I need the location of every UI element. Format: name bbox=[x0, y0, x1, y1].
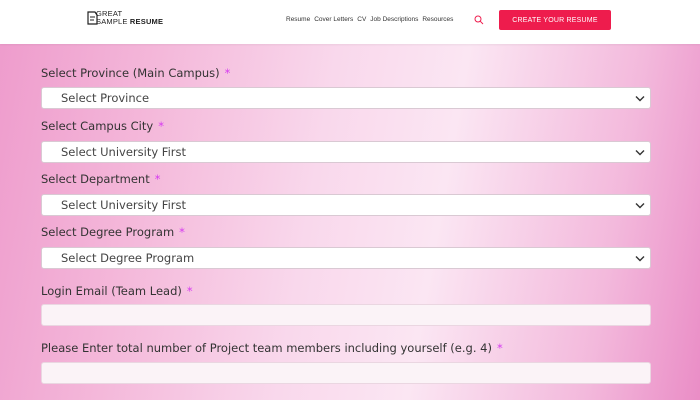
department-select-value: Select University First bbox=[61, 198, 187, 212]
province-label-text: Select Province (Main Campus) bbox=[41, 66, 220, 80]
logo-text: GREAT SAMPLE RESUME bbox=[96, 10, 163, 26]
team-members-label: Please Enter total number of Project tea… bbox=[41, 341, 503, 355]
degree-program-label-text: Select Degree Program bbox=[41, 225, 175, 239]
required-mark: * bbox=[158, 119, 164, 133]
required-mark: * bbox=[186, 284, 193, 298]
required-mark: * bbox=[179, 225, 185, 239]
login-email-label-text: Login Email (Team Lead) bbox=[41, 284, 182, 298]
top-nav-bar: GREAT SAMPLE RESUME Resume Cover Letters C… bbox=[0, 0, 700, 44]
nav-item-job-descriptions[interactable]: Job Descriptions bbox=[370, 16, 418, 23]
degree-program-label: Select Degree Program * bbox=[41, 225, 185, 239]
nav-item-resources[interactable]: Resources bbox=[422, 16, 453, 23]
department-label: Select Department * bbox=[41, 172, 160, 186]
create-resume-button[interactable]: CREATE YOUR RESUME bbox=[499, 10, 611, 30]
logo-line2: SAMPLE RESUME bbox=[96, 18, 163, 26]
department-label-text: Select Department bbox=[41, 172, 150, 186]
campus-city-select[interactable]: Select University First bbox=[41, 141, 651, 163]
search-icon[interactable] bbox=[474, 15, 484, 25]
required-mark: * bbox=[496, 341, 503, 355]
logo-line2-b: RESUME bbox=[129, 17, 164, 26]
campus-city-label: Select Campus City * bbox=[41, 119, 164, 133]
chevron-down-icon bbox=[635, 256, 645, 262]
team-members-field[interactable] bbox=[41, 362, 651, 384]
logo-line2-a: SAMPLE bbox=[96, 17, 130, 26]
chevron-down-icon bbox=[635, 150, 645, 156]
campus-city-label-text: Select Campus City bbox=[41, 119, 154, 133]
required-mark: * bbox=[224, 66, 231, 80]
login-email-label: Login Email (Team Lead) * bbox=[41, 284, 193, 298]
main-nav: Resume Cover Letters CV Job Descriptions Res… bbox=[286, 16, 457, 23]
province-select[interactable]: Select Province bbox=[41, 87, 651, 109]
nav-item-cover-letters[interactable]: Cover Letters bbox=[314, 16, 353, 23]
login-email-field[interactable] bbox=[41, 304, 651, 326]
team-members-label-text: Please Enter total number of Project tea… bbox=[41, 341, 492, 355]
nav-item-resume[interactable]: Resume bbox=[286, 16, 310, 23]
chevron-down-icon bbox=[635, 203, 645, 209]
province-label: Select Province (Main Campus) * bbox=[41, 66, 230, 80]
degree-program-select-value: Select Degree Program bbox=[61, 251, 195, 265]
department-select[interactable]: Select University First bbox=[41, 194, 651, 216]
campus-city-select-value: Select University First bbox=[61, 145, 187, 159]
chevron-down-icon bbox=[635, 96, 645, 102]
required-mark: * bbox=[154, 172, 161, 186]
degree-program-select[interactable]: Select Degree Program bbox=[41, 247, 651, 269]
nav-item-cv[interactable]: CV bbox=[357, 16, 366, 23]
province-select-value: Select Province bbox=[61, 91, 150, 105]
